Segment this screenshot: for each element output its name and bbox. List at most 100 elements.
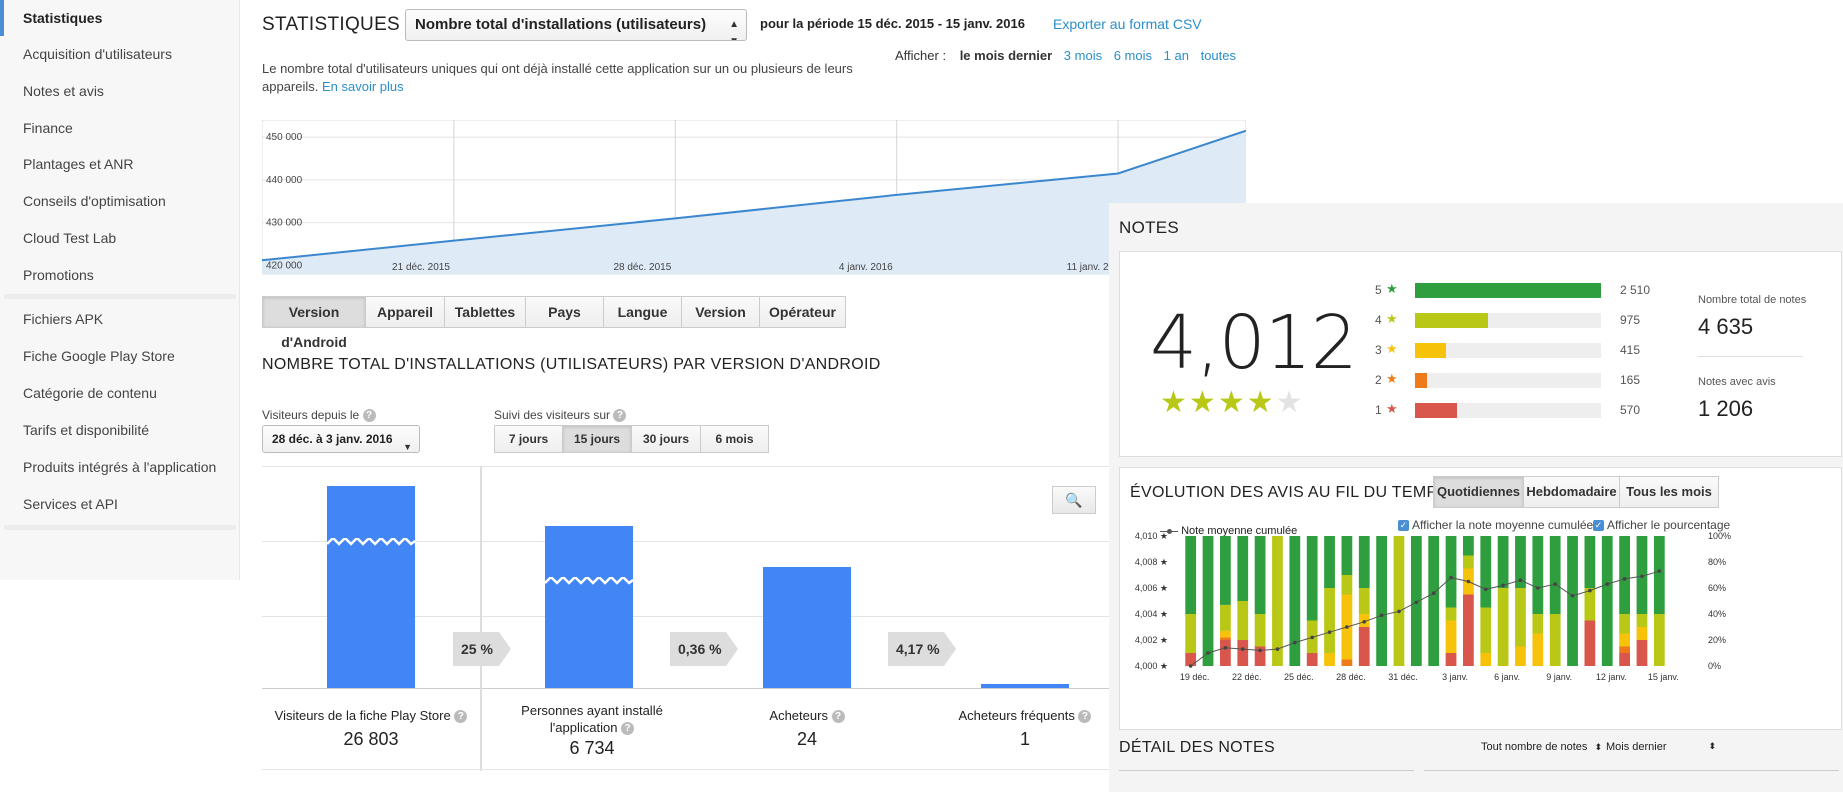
stack-segment-1-star: [1185, 653, 1197, 666]
stack-segment-5-star: [1480, 536, 1492, 608]
notes-title: NOTES: [1119, 218, 1180, 237]
checkbox-checked-icon[interactable]: ✓: [1593, 520, 1604, 532]
tab-tablettes[interactable]: Tablettes: [444, 296, 526, 328]
learn-more-link[interactable]: En savoir plus: [322, 79, 404, 94]
sidebar-item-notes-avis[interactable]: Notes et avis: [0, 73, 236, 109]
rating-row: 2 ★ 165: [1375, 370, 1675, 390]
average-point: [1206, 651, 1210, 655]
y-right-tick-label: 20%: [1708, 635, 1726, 645]
metric-select[interactable]: Nombre total d'installations (utilisateu…: [405, 9, 747, 41]
stack-segment-3-star: [1532, 633, 1544, 666]
help-icon[interactable]: ?: [621, 722, 635, 736]
stage-label: Personnes ayant installé l'application: [521, 703, 663, 735]
funnel-chart: 25 % 0,36 % 4,17 % 🔍 Visiteurs de la fic…: [262, 466, 1112, 771]
sidebar-item-services-api[interactable]: Services et API: [0, 486, 236, 522]
play-console-statistics-page: Statistiques Acquisition d'utilisateurs …: [0, 0, 1843, 792]
help-icon[interactable]: ?: [362, 409, 376, 423]
date-range-select[interactable]: 28 déc. à 3 janv. 2016 ▼: [262, 425, 420, 453]
export-csv-link[interactable]: Exporter au format CSV: [1053, 16, 1202, 32]
tracking-tab-30-jours[interactable]: 30 jours: [631, 425, 701, 453]
y-tick-label: 440 000: [266, 175, 303, 186]
help-icon[interactable]: ?: [1078, 710, 1092, 724]
average-stars: ★★★★★: [1160, 385, 1305, 420]
tracking-tab-15-jours[interactable]: 15 jours: [562, 425, 632, 453]
detail-count-select[interactable]: Tout nombre de notes ⬍: [1481, 741, 1602, 753]
star-level: 3: [1375, 343, 1382, 357]
evolution-card: ÉVOLUTION DES AVIS AU FIL DU TEMPS Quoti…: [1119, 467, 1842, 730]
y-right-tick-label: 0%: [1708, 661, 1721, 671]
sidebar-item-cloud-test-lab[interactable]: Cloud Test Lab: [0, 220, 236, 256]
stack-segment-5-star: [1341, 536, 1353, 575]
x-tick-label: 19 déc.: [1180, 672, 1210, 682]
help-icon[interactable]: ?: [831, 710, 845, 724]
average-point: [1345, 625, 1349, 629]
stack-segment-5-star: [1237, 536, 1249, 601]
evo-tab-hebdomadaire[interactable]: Hebdomadaire: [1523, 476, 1620, 508]
stage-installers: Personnes ayant installé l'application ?…: [507, 702, 677, 757]
sidebar-item-tarifs[interactable]: Tarifs et disponibilité: [0, 412, 236, 448]
tab-appareil[interactable]: Appareil: [365, 296, 445, 328]
sidebar-item-fiche-play-store[interactable]: Fiche Google Play Store: [0, 338, 236, 374]
metric-select-value: Nombre total d'installations (utilisateu…: [415, 16, 707, 33]
stack-segment-5-star: [1619, 536, 1630, 614]
stack-segment-5-star: [1254, 536, 1266, 614]
range-3-months[interactable]: 3 mois: [1064, 48, 1102, 63]
evo-tab-tous-les-mois[interactable]: Tous les mois: [1619, 476, 1719, 508]
stack-segment-5-star: [1497, 536, 1509, 588]
help-icon[interactable]: ?: [613, 409, 627, 423]
average-point: [1588, 588, 1592, 593]
check-cumulative-label: Afficher la note moyenne cumulée: [1412, 518, 1594, 532]
sidebar-item-produits-integres[interactable]: Produits intégrés à l'application: [0, 449, 236, 485]
evo-tab-quotidiennes[interactable]: Quotidiennes: [1433, 476, 1524, 508]
range-all[interactable]: toutes: [1201, 48, 1236, 63]
rating-row: 4 ★ 975: [1375, 310, 1675, 330]
stage-frequent-buyers: Acheteurs fréquents ? 1: [925, 708, 1112, 750]
average-point: [1605, 582, 1610, 586]
sidebar-item-statistiques[interactable]: Statistiques: [0, 0, 236, 36]
star-level: 5: [1375, 283, 1382, 297]
check-percentage-label: Afficher le pourcentage: [1607, 518, 1731, 532]
stack-segment-5-star: [1306, 536, 1318, 621]
tracking-tab-6-mois[interactable]: 6 mois: [700, 425, 769, 453]
stack-segment-5-star: [1549, 536, 1561, 614]
rating-bar-track: [1415, 373, 1601, 388]
help-icon[interactable]: ?: [454, 710, 468, 724]
stack-segment-5-star: [1653, 536, 1665, 614]
rating-count: 165: [1620, 373, 1641, 387]
stack-segment-4-star: [1445, 607, 1457, 621]
tab-pays[interactable]: Pays: [525, 296, 604, 328]
check-cumulative[interactable]: ✓ Afficher la note moyenne cumulée: [1398, 518, 1593, 532]
sidebar-nav: Statistiques Acquisition d'utilisateurs …: [0, 0, 240, 580]
axis-break-icon: [545, 577, 633, 585]
stack-segment-1-star: [1619, 653, 1630, 666]
check-percentage[interactable]: ✓ Afficher le pourcentage: [1593, 518, 1730, 532]
checkbox-checked-icon[interactable]: ✓: [1398, 520, 1409, 532]
average-point: [1640, 574, 1644, 579]
sidebar-separator: [4, 525, 236, 530]
sidebar-item-acquisition[interactable]: Acquisition d'utilisateurs: [0, 36, 236, 72]
range-1-year[interactable]: 1 an: [1164, 48, 1189, 63]
tab-version-android[interactable]: Version d'Android: [262, 296, 366, 350]
sidebar-item-finance[interactable]: Finance: [0, 110, 236, 146]
detail-period-select[interactable]: Mois dernier ⬍: [1606, 741, 1716, 753]
range-last-month[interactable]: le mois dernier: [960, 48, 1052, 63]
zoom-button[interactable]: 🔍: [1052, 486, 1096, 514]
stack-segment-4-star: [1463, 555, 1474, 569]
average-point: [1275, 647, 1280, 651]
sidebar-item-categorie-contenu[interactable]: Catégorie de contenu: [0, 375, 236, 411]
tab-version[interactable]: Version: [681, 296, 760, 328]
tracking-tab-7-jours[interactable]: 7 jours: [494, 425, 563, 453]
tab-operateur[interactable]: Opérateur: [759, 296, 846, 328]
tab-langue[interactable]: Langue: [603, 296, 682, 328]
rating-row: 1 ★ 570: [1375, 400, 1675, 420]
average-point: [1258, 648, 1262, 653]
range-6-months[interactable]: 6 mois: [1114, 48, 1152, 63]
average-point: [1240, 647, 1245, 651]
sidebar-item-fichiers-apk[interactable]: Fichiers APK: [0, 301, 236, 337]
sidebar-item-conseils[interactable]: Conseils d'optimisation: [0, 183, 236, 219]
caret-down-icon: ▼: [403, 442, 412, 452]
detail-title: DÉTAIL DES NOTES: [1119, 739, 1275, 756]
sidebar-item-promotions[interactable]: Promotions: [0, 257, 236, 293]
stack-segment-3-star: [1619, 633, 1630, 647]
sidebar-item-plantages[interactable]: Plantages et ANR: [0, 146, 236, 182]
